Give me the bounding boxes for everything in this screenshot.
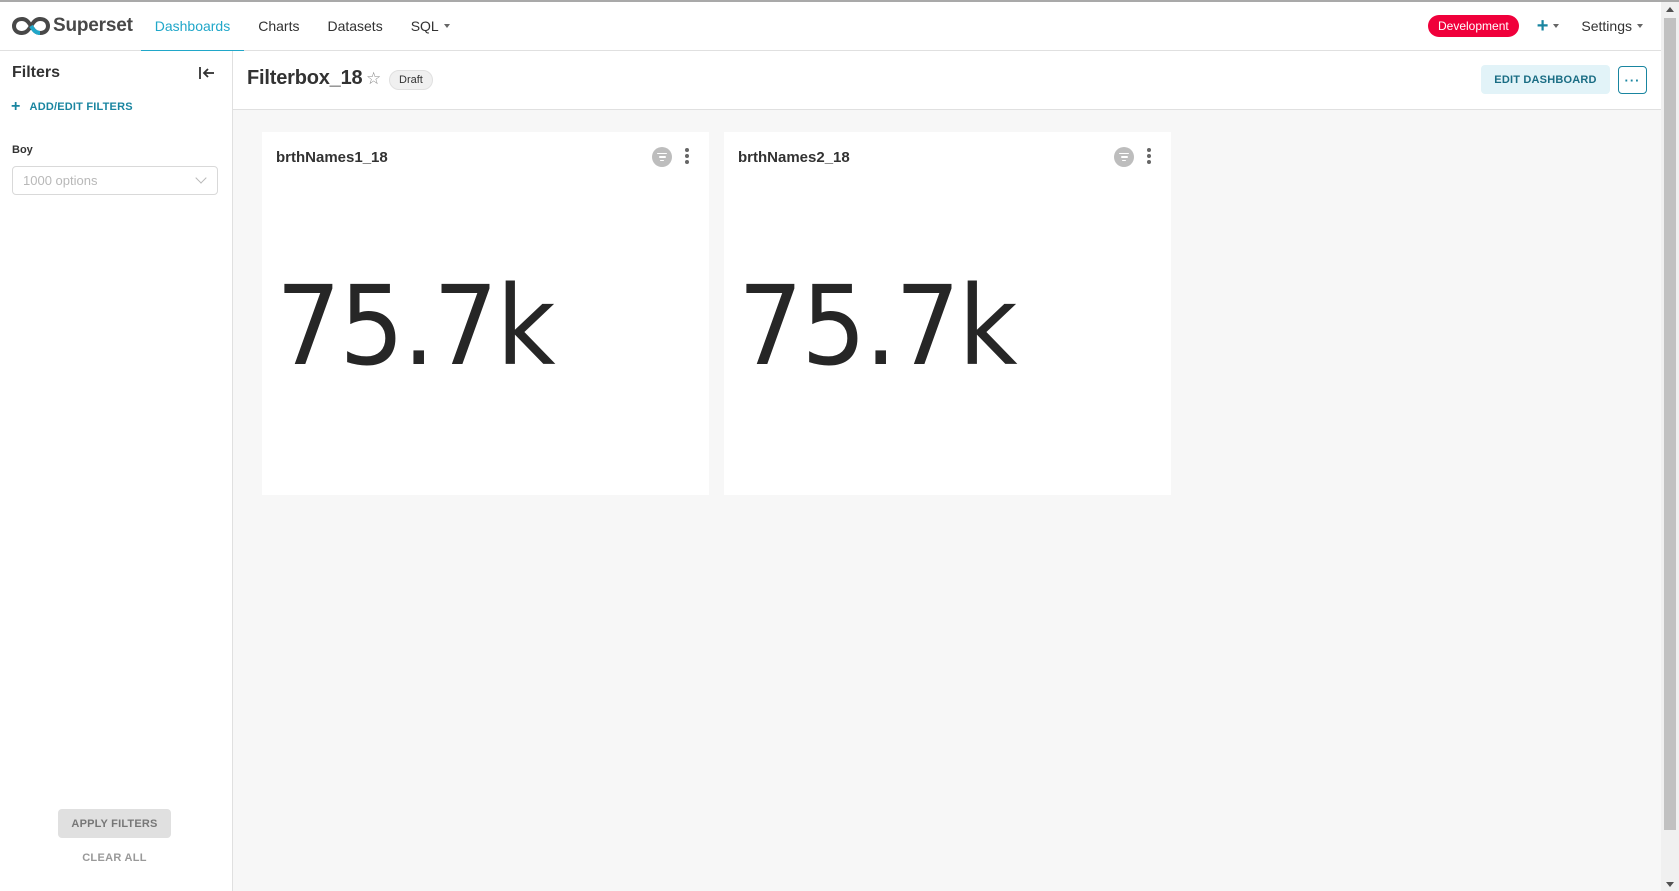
filter-select-placeholder: 1000 options [23, 173, 98, 188]
add-edit-filters-label: ADD/EDIT FILTERS [29, 101, 133, 113]
plus-icon: + [1536, 14, 1549, 37]
apply-filters-button[interactable]: APPLY FILTERS [58, 809, 171, 838]
nav-sql[interactable]: SQL [397, 2, 464, 51]
settings-menu[interactable]: Settings [1581, 18, 1643, 34]
scrollbar-thumb[interactable] [1664, 18, 1676, 830]
favorite-star-icon[interactable]: ☆ [366, 69, 381, 89]
chart-menu-icon[interactable] [685, 148, 689, 164]
brand-name: Superset [53, 15, 133, 36]
chart-title[interactable]: brthNames1_18 [276, 149, 388, 166]
big-number-value: 75.7k [276, 262, 556, 390]
chart-title[interactable]: brthNames2_18 [738, 149, 850, 166]
edit-dashboard-button[interactable]: EDIT DASHBOARD [1481, 65, 1610, 94]
nav-datasets[interactable]: Datasets [313, 2, 396, 51]
chevron-down-icon [1553, 24, 1560, 28]
more-options-button[interactable]: ··· [1618, 66, 1647, 94]
add-edit-filters-button[interactable]: + ADD/EDIT FILTERS [11, 98, 133, 116]
navbar-right: Development + Settings [1428, 15, 1643, 38]
sidebar-title: Filters [12, 64, 61, 81]
filters-sidebar: Filters + ADD/EDIT FILTERS Boy 1000 opti… [0, 51, 233, 891]
chart-card-2: brthNames2_18 75.7k [724, 132, 1171, 495]
chevron-down-icon [195, 172, 207, 184]
filter-indicator-icon[interactable] [1114, 147, 1134, 167]
settings-label: Settings [1581, 18, 1632, 34]
scroll-down-icon[interactable] [1661, 877, 1679, 891]
environment-badge: Development [1428, 15, 1519, 37]
nav-dashboards[interactable]: Dashboards [140, 2, 245, 52]
dashboard-header: Filterbox_18 ☆ Draft EDIT DASHBOARD ··· [233, 51, 1661, 110]
superset-logo-icon [12, 16, 50, 36]
filter-label-boy: Boy [12, 144, 33, 156]
chart-card-1: brthNames1_18 75.7k [262, 132, 709, 495]
vertical-scrollbar[interactable] [1661, 2, 1679, 891]
draft-status-badge[interactable]: Draft [389, 70, 433, 90]
filter-select-boy[interactable]: 1000 options [12, 166, 218, 195]
scroll-up-icon[interactable] [1661, 2, 1679, 16]
superset-logo[interactable]: Superset [12, 15, 133, 37]
nav-charts[interactable]: Charts [244, 2, 313, 51]
nav-sql-label: SQL [410, 18, 439, 34]
top-navbar: Superset Dashboards Charts Datasets SQL … [0, 2, 1661, 52]
big-number-value: 75.7k [738, 262, 1018, 390]
chevron-down-icon [443, 24, 450, 28]
chevron-down-icon [1637, 24, 1643, 28]
new-menu-button[interactable]: + [1537, 15, 1560, 38]
collapse-sidebar-icon[interactable] [198, 64, 216, 82]
plus-icon: + [11, 98, 21, 115]
dashboard-title[interactable]: Filterbox_18 [247, 67, 363, 90]
clear-all-button[interactable]: CLEAR ALL [58, 849, 171, 867]
filter-indicator-icon[interactable] [652, 147, 672, 167]
chart-menu-icon[interactable] [1147, 148, 1151, 164]
